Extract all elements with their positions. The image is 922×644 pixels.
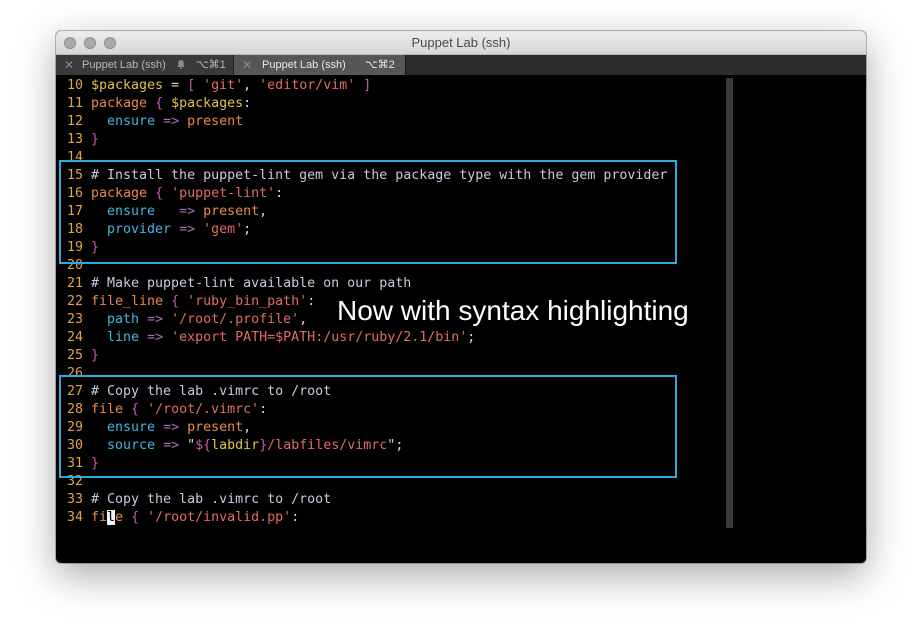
tab-2[interactable]: ✕ Puppet Lab (ssh) ⌥⌘2 [234,55,406,75]
line-number: 23 [66,312,83,327]
code-token: => [163,114,180,129]
tab-1[interactable]: ✕ Puppet Lab (ssh) ⌥⌘1 [56,55,234,75]
code-token: } [91,348,100,363]
annotation-text: Now with syntax highlighting [337,295,689,326]
code-token: path [107,312,140,327]
close-tab-icon[interactable]: ✕ [242,55,252,75]
code-token: [ [187,78,196,93]
code-line: 33 # Copy the lab .vimrc to /root [66,491,786,509]
code-token: 'editor/vim' [259,78,356,93]
code-line: 11 package { $packages: [66,95,786,113]
line-number: 21 [66,276,83,291]
code-token: # Make puppet-lint available on our path [91,276,412,291]
code-line: 25} [66,347,786,365]
code-token: { [131,510,140,525]
code-token: 'ruby_bin_path' [187,294,308,309]
code-token: => [147,330,164,345]
bell-icon [177,60,185,69]
code-token: 'git' [203,78,244,93]
text-cursor: l [107,510,116,525]
close-tab-icon[interactable]: ✕ [64,55,74,75]
code-token: file_line [91,294,164,309]
scrollbar[interactable] [726,78,733,528]
tab-label: Puppet Lab (ssh) [262,59,346,71]
tab-shortcut: ⌥⌘1 [196,59,226,71]
title-bar[interactable]: Puppet Lab (ssh) [56,31,866,55]
code-token: } [91,132,100,147]
window-title: Puppet Lab (ssh) [411,35,511,50]
code-token: , [243,78,260,93]
tab-bar: ✕ Puppet Lab (ssh) ⌥⌘1 ✕ Puppet Lab (ssh… [56,55,866,75]
code-token: ; [467,330,476,345]
code-token: : [307,294,316,309]
line-number: 10 [66,78,83,93]
code-token: ] [363,78,372,93]
code-token: $packages [91,78,164,93]
code-token: ensure [107,114,156,129]
code-token: { [155,96,164,111]
code-token: '/root/.profile' [171,312,300,327]
line-number: 34 [66,510,83,525]
line-number: 11 [66,96,83,111]
code-token: = [163,78,188,93]
code-token: 'export PATH=$PATH:/usr/ruby/2.1/bin' [171,330,468,345]
code-token: : [243,96,252,111]
code-token: # Copy the lab .vimrc to /root [91,492,332,507]
code-token: $packages [171,96,244,111]
code-line: 12 ensure => present [66,113,786,131]
code-token: line [107,330,140,345]
code-line: 21 # Make puppet-lint available on our pa… [66,275,786,293]
code-token: package [91,96,148,111]
code-token: e [115,510,124,525]
line-number: 13 [66,132,83,147]
highlight-box-package-block [59,160,677,264]
code-token: , [299,312,308,327]
line-number: 22 [66,294,83,309]
code-line: 24 line => 'export PATH=$PATH:/usr/ruby/… [66,329,786,347]
code-line: 13} [66,131,786,149]
line-number: 24 [66,330,83,345]
line-number: 12 [66,114,83,129]
code-token: { [171,294,180,309]
line-number: 25 [66,348,83,363]
code-token: => [147,312,164,327]
code-line: 10 $packages = [ 'git', 'editor/vim' ] [66,77,786,95]
tab-shortcut: ⌥⌘2 [365,59,395,71]
code-token: present [187,114,244,129]
code-token: fi [91,510,108,525]
code-token: '/root/invalid.pp' [147,510,292,525]
line-number: 33 [66,492,83,507]
code-token: : [291,510,300,525]
code-line: 34 file { '/root/invalid.pp': [66,509,786,527]
tab-label: Puppet Lab (ssh) [82,59,166,71]
highlight-box-vimrc-block [59,375,677,478]
